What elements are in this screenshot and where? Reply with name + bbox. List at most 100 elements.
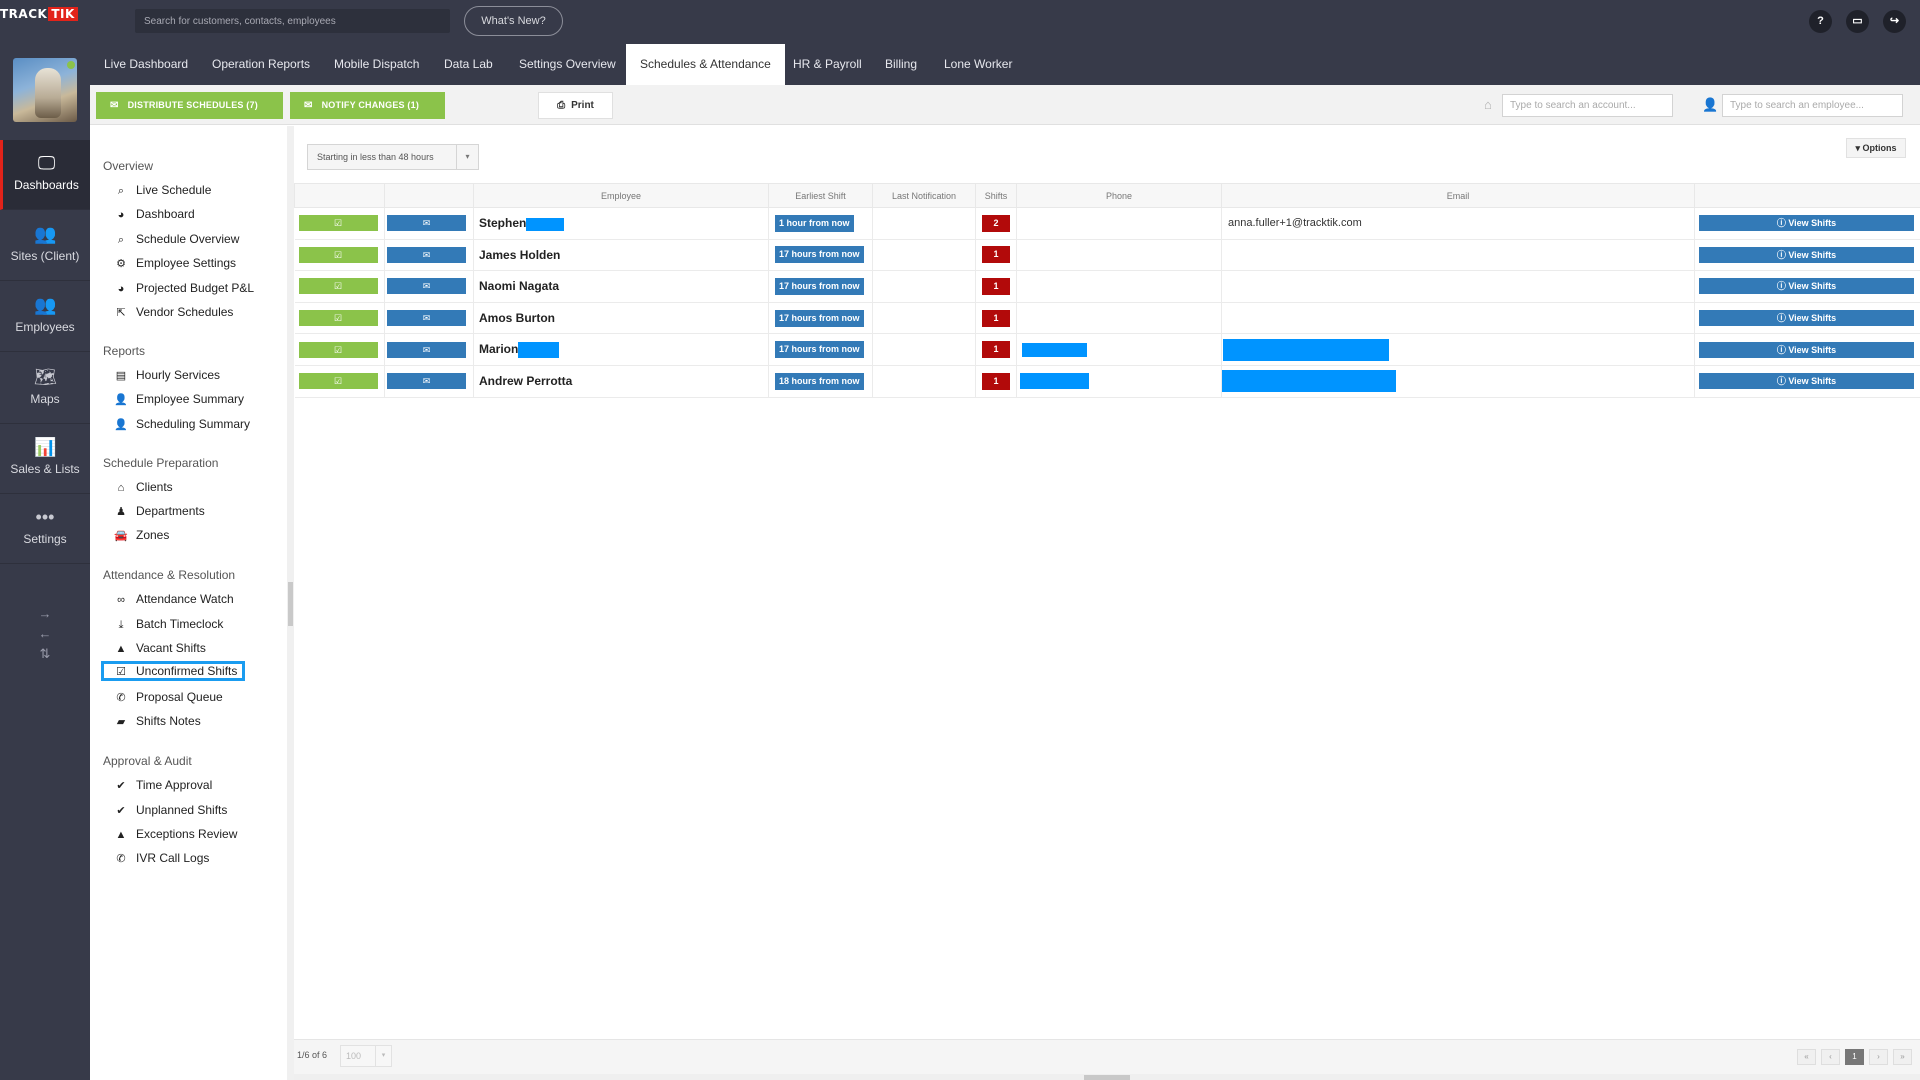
per-page-select[interactable]: 100 ▾ — [340, 1045, 392, 1067]
confirm-button[interactable]: ☑ — [298, 215, 378, 232]
confirm-button[interactable]: ☑ — [298, 341, 378, 358]
rail-item-employees[interactable]: 👥 Employees — [0, 282, 90, 352]
submenu-label: Projected Budget P&L — [136, 281, 255, 295]
tab-data-lab[interactable]: Data Lab — [430, 44, 507, 85]
submenu-scroll-thumb[interactable] — [288, 582, 293, 626]
rail-item-sales-lists[interactable]: 📊 Sales & Lists — [0, 424, 90, 494]
table-row: ☑ ✉ Amos Burton 17 hours from now 1 ⓘ Vi… — [294, 302, 1920, 335]
shift-count-badge: 2 — [982, 214, 1010, 232]
tab-settings-overview[interactable]: Settings Overview — [505, 44, 630, 85]
view-shifts-button[interactable]: ⓘ View Shifts — [1699, 246, 1914, 263]
submenu-vendor-schedules[interactable]: ⇱ Vendor Schedules — [114, 305, 233, 319]
submenu-shifts-notes[interactable]: ▰ Shifts Notes — [114, 714, 201, 728]
employee-name[interactable]: Marion — [474, 342, 518, 356]
rail-item-sites[interactable]: 👥 Sites (Client) — [0, 211, 90, 281]
col-header-last-notification[interactable]: Last Notification — [872, 183, 976, 208]
global-search-input[interactable] — [135, 9, 450, 33]
pagination-next[interactable]: › — [1869, 1049, 1888, 1065]
tab-schedules-attendance[interactable]: Schedules & Attendance — [626, 44, 785, 85]
view-shifts-button[interactable]: ⓘ View Shifts — [1699, 278, 1914, 295]
message-button[interactable]: ✉ — [387, 373, 466, 390]
sort-icon[interactable]: ⇅ — [0, 644, 90, 664]
submenu-unconfirmed-shifts[interactable]: ☑ Unconfirmed Shifts — [101, 661, 246, 681]
submenu-employee-summary[interactable]: 👤 Employee Summary — [114, 392, 244, 406]
redacted-block — [526, 217, 565, 231]
rail-item-dashboards[interactable]: 🖵 Dashboards — [0, 140, 90, 210]
message-button[interactable]: ✉ — [387, 341, 466, 358]
submenu-vacant-shifts[interactable]: ▲ Vacant Shifts — [114, 641, 206, 655]
employee-name[interactable]: Amos Burton — [474, 311, 555, 325]
submenu-schedule-overview[interactable]: ⌕ Schedule Overview — [114, 232, 239, 247]
submenu-unplanned-shifts[interactable]: ✔ Unplanned Shifts — [114, 803, 227, 817]
rail-item-maps[interactable]: 🗺 Maps — [0, 354, 90, 424]
share-icon[interactable]: ↪ — [1883, 10, 1906, 33]
submenu-exceptions-review[interactable]: ▲ Exceptions Review — [114, 827, 238, 841]
tab-mobile-dispatch[interactable]: Mobile Dispatch — [320, 44, 433, 85]
submenu-time-approval[interactable]: ✔ Time Approval — [114, 778, 212, 792]
pagination-first[interactable]: « — [1797, 1049, 1816, 1065]
arrow-left-icon[interactable]: ← — [0, 624, 90, 644]
tab-operation-reports[interactable]: Operation Reports — [198, 44, 324, 85]
submenu-proposal-queue[interactable]: ✆ Proposal Queue — [114, 690, 222, 704]
account-search-input[interactable] — [1502, 94, 1673, 117]
submenu-clients[interactable]: ⌂ Clients — [114, 480, 173, 494]
submenu-ivr-call-logs[interactable]: ✆ IVR Call Logs — [114, 851, 209, 865]
employee-name[interactable]: Naomi Nagata — [474, 279, 559, 293]
confirm-button[interactable]: ☑ — [298, 310, 378, 327]
submenu-projected-budget[interactable]: ◕ Projected Budget P&L — [114, 281, 254, 295]
distribute-schedules-button[interactable]: ✉ DISTRIBUTE SCHEDULES (7) — [96, 92, 283, 119]
confirm-button[interactable]: ☑ — [298, 373, 378, 390]
submenu-departments[interactable]: ♟ Departments — [114, 504, 205, 518]
employee-search-input[interactable] — [1722, 94, 1903, 117]
submenu-live-schedule[interactable]: ⌕ Live Schedule — [114, 183, 211, 198]
notify-changes-button[interactable]: ✉ NOTIFY CHANGES (1) — [290, 92, 445, 119]
monitor-icon[interactable]: ▭ — [1846, 10, 1869, 33]
col-header-employee[interactable]: Employee — [473, 183, 769, 208]
view-shifts-button[interactable]: ⓘ View Shifts — [1699, 310, 1914, 327]
view-shifts-button[interactable]: ⓘ View Shifts — [1699, 341, 1914, 358]
view-shifts-button[interactable]: ⓘ View Shifts — [1699, 215, 1914, 232]
pagination-last[interactable]: » — [1893, 1049, 1912, 1065]
per-page-value: 100 — [346, 1051, 362, 1061]
tab-billing[interactable]: Billing — [871, 44, 931, 85]
message-button[interactable]: ✉ — [387, 278, 466, 295]
message-button[interactable]: ✉ — [387, 310, 466, 327]
col-header-shifts[interactable]: Shifts — [975, 183, 1017, 208]
employee-name[interactable]: Andrew Perrotta — [474, 374, 572, 388]
arrow-right-icon[interactable]: → — [0, 604, 90, 624]
submenu-zones[interactable]: 🚘 Zones — [114, 528, 169, 542]
pagination-page-1[interactable]: 1 — [1845, 1049, 1864, 1065]
confirm-button[interactable]: ☑ — [298, 278, 378, 295]
submenu-scheduling-summary[interactable]: 👤 Scheduling Summary — [114, 417, 250, 431]
tab-lone-worker[interactable]: Lone Worker — [930, 44, 1026, 85]
help-icon[interactable]: ? — [1809, 10, 1832, 33]
tab-live-dashboard[interactable]: Live Dashboard — [90, 44, 202, 85]
submenu-hourly-services[interactable]: ▤ Hourly Services — [114, 368, 220, 382]
employee-name[interactable]: James Holden — [474, 248, 560, 262]
tracktik-logo[interactable]: TRACK TIK — [0, 7, 78, 21]
submenu-employee-settings[interactable]: ⚙ Employee Settings — [114, 256, 236, 270]
employee-name[interactable]: Stephen — [474, 216, 526, 230]
submenu-dashboard[interactable]: ◕ Dashboard — [114, 207, 195, 221]
message-button[interactable]: ✉ — [387, 246, 466, 263]
print-button[interactable]: ⎙ Print — [538, 92, 613, 119]
tab-hr-payroll[interactable]: HR & Payroll — [779, 44, 876, 85]
rail-item-settings[interactable]: ••• Settings — [0, 494, 90, 564]
whats-new-button[interactable]: What's New? — [464, 6, 563, 36]
rail-arrows[interactable]: → ← ⇅ — [0, 604, 90, 664]
submenu-batch-timeclock[interactable]: ⤓ Batch Timeclock — [114, 617, 224, 632]
col-header-phone[interactable]: Phone — [1016, 183, 1222, 208]
time-filter-select[interactable]: Starting in less than 48 hours ▾ — [307, 144, 479, 170]
col-header-email[interactable]: Email — [1221, 183, 1695, 208]
message-button[interactable]: ✉ — [387, 215, 466, 232]
avatar[interactable] — [13, 58, 77, 122]
pagination-prev[interactable]: ‹ — [1821, 1049, 1840, 1065]
view-shifts-button[interactable]: ⓘ View Shifts — [1699, 373, 1914, 390]
col-header-earliest-shift[interactable]: Earliest Shift — [768, 183, 873, 208]
options-button[interactable]: ▾ Options — [1846, 138, 1906, 158]
confirm-button[interactable]: ☑ — [298, 246, 378, 263]
section-overview: Overview — [103, 159, 154, 173]
horizontal-scroll-thumb[interactable] — [1084, 1075, 1130, 1080]
submenu-attendance-watch[interactable]: ∞ Attendance Watch — [114, 592, 234, 606]
submenu-label: Dashboard — [136, 207, 195, 221]
